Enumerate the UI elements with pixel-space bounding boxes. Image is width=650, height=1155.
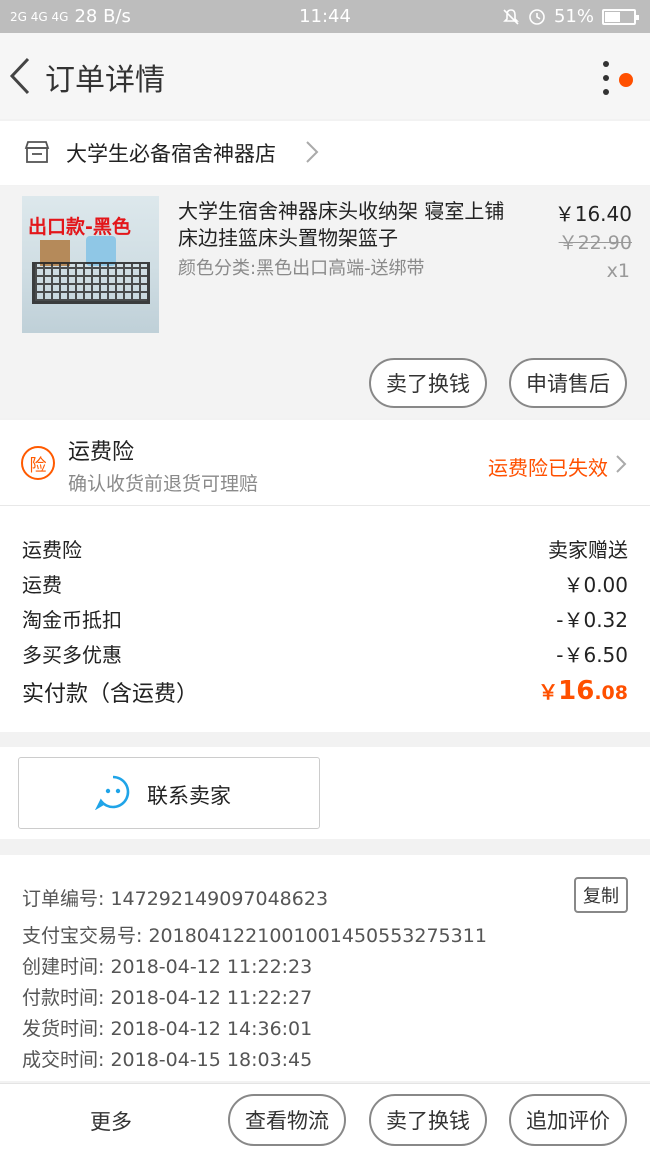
- more-button[interactable]: 更多: [90, 1106, 132, 1136]
- total-integer: 16: [558, 676, 595, 706]
- mute-icon: [503, 8, 519, 25]
- view-logistics-button[interactable]: 查看物流: [228, 1094, 346, 1146]
- order-number: 订单编号: 147292149097048623: [22, 888, 329, 910]
- cost-value: 卖家赠送: [548, 538, 628, 562]
- shop-name: 大学生必备宿舍神器店: [66, 142, 276, 166]
- completed-time: 成交时间: 2018-04-15 18:03:45: [22, 1049, 313, 1071]
- more-dots-icon: [603, 61, 609, 67]
- copy-button[interactable]: 复制: [574, 877, 628, 913]
- status-bar: 2G 4G 4G 28 B/s 11:44 51%: [0, 0, 650, 33]
- battery-icon: [602, 8, 639, 25]
- insurance-icon: 险: [21, 446, 55, 480]
- app-header: 订单详情: [0, 33, 650, 119]
- cost-value: -￥0.32: [556, 608, 628, 632]
- product-sku: 颜色分类:黑色出口高端-送绑带: [178, 258, 425, 279]
- notification-dot: [619, 73, 633, 87]
- back-button[interactable]: [4, 51, 44, 101]
- product-original-price: ￥22.90: [558, 232, 632, 254]
- chat-face-icon: [95, 775, 130, 810]
- basket-illustration: [32, 262, 150, 304]
- total-amount: ￥16.08: [538, 676, 628, 706]
- bottom-action-bar: 更多 查看物流 卖了换钱 追加评价: [0, 1083, 650, 1155]
- paid-time: 付款时间: 2018-04-12 11:22:27: [22, 987, 313, 1009]
- more-menu-button[interactable]: [590, 53, 622, 103]
- cost-row: 多买多优惠 -￥6.50: [22, 639, 628, 669]
- total-currency: ￥: [538, 680, 559, 704]
- shipped-time: 发货时间: 2018-04-12 14:36:01: [22, 1018, 313, 1040]
- cost-label: 运费: [22, 573, 62, 597]
- product-image-label: 出口款-黑色: [28, 216, 131, 238]
- total-label: 实付款（含运费）: [22, 682, 199, 707]
- cost-value: -￥6.50: [556, 643, 628, 667]
- after-sales-button[interactable]: 申请售后: [509, 358, 627, 408]
- contact-section: 联系卖家: [0, 747, 650, 839]
- insurance-status: 运费险已失效: [488, 456, 608, 480]
- product-image[interactable]: 出口款-黑色: [22, 196, 159, 333]
- page-title: 订单详情: [45, 63, 165, 98]
- cost-row: 淘金币抵扣 -￥0.32: [22, 604, 628, 634]
- cost-label: 运费险: [22, 538, 82, 562]
- chevron-right-icon: [616, 455, 627, 473]
- contact-seller-button[interactable]: 联系卖家: [18, 757, 320, 829]
- total-decimal: .08: [594, 682, 628, 704]
- created-time: 创建时间: 2018-04-12 11:22:23: [22, 956, 313, 978]
- shop-row[interactable]: 大学生必备宿舍神器店: [0, 121, 650, 185]
- chevron-right-icon: [306, 141, 319, 163]
- more-dots-icon: [603, 75, 609, 81]
- contact-seller-label: 联系卖家: [147, 784, 231, 808]
- store-icon: [24, 141, 50, 163]
- cost-row: 运费 ￥0.00: [22, 569, 628, 599]
- alarm-icon: [529, 8, 545, 25]
- alipay-trade-number: 支付宝交易号: 2018041221001001450553275311: [22, 925, 487, 947]
- product-quantity: x1: [606, 260, 630, 282]
- product-price: ￥16.40: [554, 202, 632, 226]
- resell-bottom-button[interactable]: 卖了换钱: [369, 1094, 487, 1146]
- more-dots-icon: [603, 89, 609, 95]
- shipping-insurance-row[interactable]: 险 运费险 确认收货前退货可理赔 运费险已失效: [0, 420, 650, 506]
- order-info: 订单编号: 147292149097048623 复制 支付宝交易号: 2018…: [0, 855, 650, 1081]
- chevron-left-icon: [9, 57, 30, 95]
- battery-percent: 51%: [553, 6, 594, 27]
- cost-row: 运费险 卖家赠送: [22, 534, 628, 564]
- insurance-title: 运费险: [68, 440, 135, 465]
- cost-label: 多买多优惠: [22, 643, 122, 667]
- product-title: 大学生宿舍神器床头收纳架 寝室上铺床边挂篮床头置物架篮子: [178, 199, 505, 250]
- cost-summary: 运费险 卖家赠送 运费 ￥0.00 淘金币抵扣 -￥0.32 多买多优惠 -￥6…: [0, 506, 650, 732]
- resell-button[interactable]: 卖了换钱: [369, 358, 487, 408]
- product-card[interactable]: 出口款-黑色 大学生宿舍神器床头收纳架 寝室上铺床边挂篮床头置物架篮子 颜色分类…: [0, 186, 650, 418]
- cost-value: ￥0.00: [563, 573, 628, 597]
- append-review-button[interactable]: 追加评价: [509, 1094, 627, 1146]
- cost-label: 淘金币抵扣: [22, 608, 122, 632]
- insurance-subtitle: 确认收货前退货可理赔: [68, 473, 259, 495]
- total-row: 实付款（含运费） ￥16.08: [22, 676, 628, 712]
